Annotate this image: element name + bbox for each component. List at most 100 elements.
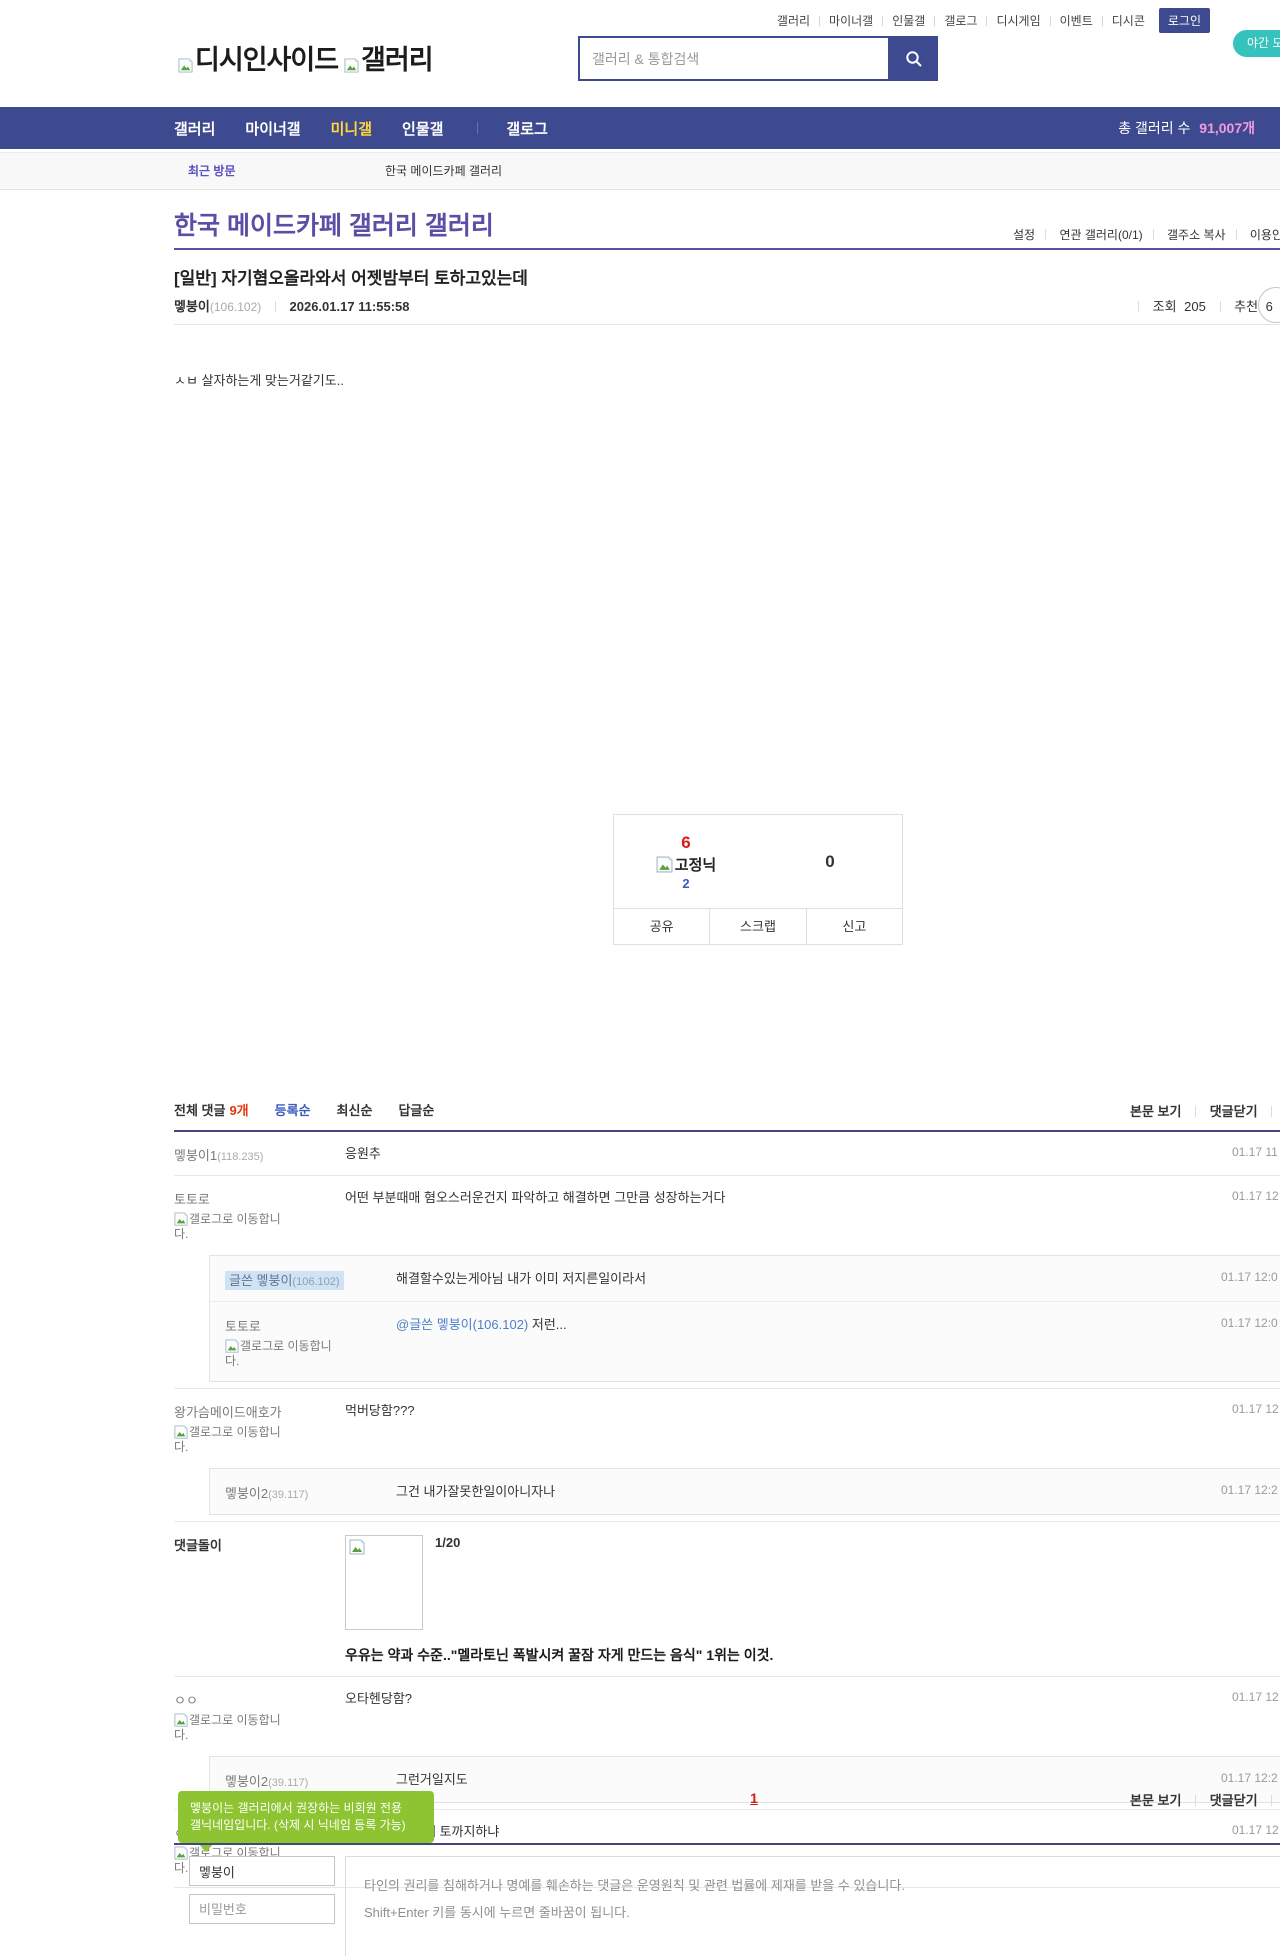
top-link-event[interactable]: 이벤트 <box>1060 12 1093 29</box>
comment-author[interactable]: ㅇㅇ <box>174 1693 198 1708</box>
comment-author[interactable]: 토토로 <box>174 1192 210 1207</box>
views-label: 조회 <box>1152 299 1177 314</box>
search-bar <box>578 36 938 81</box>
top-link-gallog[interactable]: 갤로그 <box>944 12 977 29</box>
view-post-link[interactable]: 본문 보기 <box>1130 1104 1181 1119</box>
comment-time: 01.17 12 <box>1232 1189 1279 1203</box>
downvote-cell[interactable]: 0 <box>758 815 902 908</box>
divider <box>934 15 936 26</box>
top-link-persongall[interactable]: 인물갤 <box>892 12 925 29</box>
post-author[interactable]: 멯붕이 <box>174 299 210 314</box>
related-gallery-link[interactable]: 연관 갤러리(0/1) <box>1059 228 1142 242</box>
reply-author[interactable]: 멯붕이2(39.117) <box>225 1771 396 1790</box>
close-comments-link[interactable]: 댓글닫기 <box>1210 1793 1258 1808</box>
divider <box>1049 15 1051 26</box>
comment-row: 멯붕이1(118.235) 응원추 01.17 11 <box>174 1132 1280 1175</box>
share-button[interactable]: 공유 <box>614 909 709 944</box>
login-button[interactable]: 로그인 <box>1158 8 1210 33</box>
reply-author[interactable]: 글쓴 멯붕이(106.102) <box>225 1270 396 1290</box>
report-button[interactable]: 신고 <box>805 909 902 944</box>
password-input[interactable] <box>189 1894 335 1924</box>
comment-time: 01.17 11 <box>1232 1145 1278 1159</box>
broken-image-icon <box>178 58 193 73</box>
gallog-link[interactable]: 갤로그로 이동합니다. <box>174 1212 294 1242</box>
gallery-title[interactable]: 한국 메이드카페 갤러리 갤러리 <box>174 206 494 242</box>
reply-text: @글쓴 멯붕이(106.102) 저런... <box>396 1317 567 1332</box>
nav-minigall[interactable]: 미니갤 <box>331 118 372 139</box>
ad-image[interactable] <box>345 1535 423 1630</box>
divider <box>1195 1795 1197 1806</box>
divider <box>1271 1106 1273 1117</box>
site-logo[interactable]: 디시인사이드 갤러리 <box>178 38 434 77</box>
ad-headline[interactable]: 우유는 약과 수준.."멜라토닌 폭발시켜 꿀잠 자게 만드는 음식" 1위는 … <box>345 1645 1280 1665</box>
comments-header: 전체 댓글9개 등록순 최신순 답글순 본문 보기 댓글닫기 ↻ <box>174 1100 1280 1125</box>
post-author-ip: (106.102) <box>209 300 262 314</box>
fixed-nick-count: 2 <box>682 875 690 891</box>
likes-label: 추천 <box>1234 299 1259 314</box>
broken-image-icon <box>174 1713 188 1727</box>
divider <box>1045 229 1047 240</box>
comment-row: 토토로 갤로그로 이동합니다. 어떤 부분때매 혐오스러운건지 파악하고 해결하… <box>174 1176 1280 1253</box>
view-post-link[interactable]: 본문 보기 <box>1130 1793 1181 1808</box>
nickname-input[interactable] <box>189 1856 335 1886</box>
reply-box: 멯붕이2(39.117) 그건 내가잘못한일이아니자나 01.17 12:2 <box>209 1468 1280 1515</box>
divider <box>1138 301 1139 312</box>
nickname-tooltip: 멯붕이는 갤러리에서 권장하는 비회원 전용 갤닉네임입니다. (삭제 시 닉네… <box>178 1791 434 1852</box>
recent-gallery-link[interactable]: 한국 메이드카페 갤러리 <box>385 153 502 189</box>
reply-time: 01.17 12:2 <box>1221 1771 1278 1785</box>
post-meta: 멯붕이(106.102) 2026.01.17 11:55:58 <box>174 296 410 315</box>
top-link-dcgame[interactable]: 디시게임 <box>996 12 1040 29</box>
recent-visit-label[interactable]: 최근 방문 <box>188 153 236 189</box>
guide-link[interactable]: 이용안내 <box>1250 228 1280 242</box>
total-gallery-label: 총 갤러리 수 <box>1118 120 1191 136</box>
reply-time: 01.17 12:2 <box>1221 1483 1278 1497</box>
comment-text: 어떤 부분때매 혐오스러운건지 파악하고 해결하면 그만큼 성장하는거다 <box>345 1190 726 1205</box>
night-mode-button[interactable]: 야간 모드 <box>1233 30 1280 57</box>
close-comments-link[interactable]: 댓글닫기 <box>1210 1104 1258 1119</box>
sort-reply[interactable]: 답글순 <box>398 1100 434 1119</box>
gallog-link[interactable]: 갤로그로 이동합니다. <box>174 1425 294 1455</box>
comment-time: 01.17 12 <box>1232 1402 1279 1416</box>
comment-author[interactable]: 멯붕이1(118.235) <box>174 1145 345 1164</box>
top-link-dccon[interactable]: 디시콘 <box>1112 12 1145 29</box>
broken-image-icon <box>656 856 673 872</box>
comment-row: 왕가슴메이드애호가 갤로그로 이동합니다. 먹버당함??? 01.17 12 <box>174 1389 1280 1466</box>
settings-link[interactable]: 설정 <box>1013 228 1035 242</box>
sort-newest[interactable]: 최신순 <box>337 1100 373 1119</box>
comments-count: 9개 <box>229 1103 249 1118</box>
reply-text: 그건 내가잘못한일이아니자나 <box>396 1484 556 1499</box>
mention-link[interactable]: @글쓴 멯붕이(106.102) <box>396 1317 528 1332</box>
comment-textarea[interactable]: 타인의 권리를 침해하거나 명예를 훼손하는 댓글은 운영원칙 및 관련 법률에… <box>345 1856 1280 1956</box>
scrap-button[interactable]: 스크랩 <box>709 909 805 944</box>
comment-time: 01.17 12 <box>1232 1823 1279 1837</box>
reply-author[interactable]: 토토로 <box>225 1319 261 1334</box>
nav-minorgall[interactable]: 마이너갤 <box>245 118 300 139</box>
nav-persongall[interactable]: 인물갤 <box>402 118 443 139</box>
sort-registered[interactable]: 등록순 <box>275 1100 311 1119</box>
divider <box>1195 1106 1197 1117</box>
top-link-minorgall[interactable]: 마이너갤 <box>829 12 873 29</box>
reply-row: 멯붕이2(39.117) 그건 내가잘못한일이아니자나 01.17 12:2 <box>210 1469 1280 1514</box>
search-input[interactable] <box>578 36 890 81</box>
divider <box>174 324 1280 325</box>
copy-url-link[interactable]: 갤주소 복사 <box>1167 228 1226 242</box>
search-button[interactable] <box>890 36 938 81</box>
upvote-cell[interactable]: 6 고정닉 2 <box>614 815 758 908</box>
comment-count-badge[interactable] <box>1258 287 1280 323</box>
comment-author[interactable]: 왕가슴메이드애호가 <box>174 1405 282 1420</box>
page-1[interactable]: 1 <box>750 1790 758 1806</box>
divider <box>174 248 1280 250</box>
gallog-link[interactable]: 갤로그로 이동합니다. <box>225 1339 345 1369</box>
fixed-nick-toggle[interactable]: 고정닉 <box>656 854 716 875</box>
divider <box>819 15 821 26</box>
divider <box>1219 301 1221 312</box>
downvote-count: 0 <box>825 851 835 871</box>
comment-ad-group: 댓글돌이 1/20 우유는 약과 수준.."멜라토닌 폭발시켜 꿀잠 자게 만드… <box>174 1522 1280 1677</box>
gallery-links: 설정 연관 갤러리(0/1) 갤주소 복사 이용안내 <box>1013 226 1280 243</box>
nav-gallog[interactable]: 갤로그 <box>506 118 547 139</box>
divider <box>986 15 988 26</box>
nav-gallery[interactable]: 갤러리 <box>174 118 215 139</box>
gallog-link[interactable]: 갤로그로 이동합니다. <box>174 1713 294 1743</box>
reply-author[interactable]: 멯붕이2(39.117) <box>225 1483 396 1502</box>
top-link-gallery[interactable]: 갤러리 <box>777 12 810 29</box>
